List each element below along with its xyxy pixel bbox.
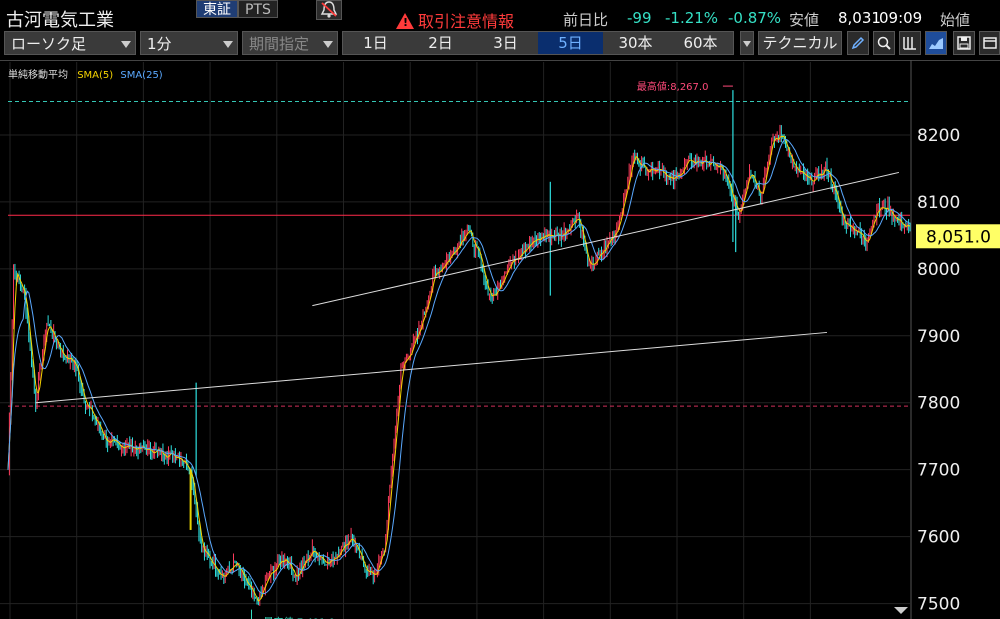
clock-time: 09:09 xyxy=(879,9,923,27)
trading-alert[interactable]: ! 取引注意情報 xyxy=(396,8,514,32)
period-1d-button[interactable]: 1日 xyxy=(343,32,408,54)
draw-pen-icon[interactable] xyxy=(847,31,869,55)
period-buttons: 1日 2日 3日 5日 30本 60本 xyxy=(342,31,734,55)
stock-name: 古河電気工業 xyxy=(6,10,114,31)
open-label: 始値 xyxy=(940,11,971,29)
split-view-icon[interactable] xyxy=(899,31,921,55)
tab-pts[interactable]: PTS xyxy=(238,0,278,18)
period-more-dropdown[interactable] xyxy=(740,31,754,55)
technical-button[interactable]: テクニカル xyxy=(758,31,842,55)
tab-tse[interactable]: 東証 xyxy=(196,0,238,18)
period-5d-button[interactable]: 5日 xyxy=(538,32,603,54)
low-value: 8,031 xyxy=(838,9,881,27)
chart-type-select[interactable]: ローソク足 xyxy=(4,31,136,55)
period-3d-button[interactable]: 3日 xyxy=(473,32,538,54)
legend-sma25: SMA(25) xyxy=(120,70,163,81)
current-price-label: 8,051.0 xyxy=(926,227,991,247)
warning-icon: ! xyxy=(396,13,414,29)
y-tick-label: 8100 xyxy=(917,193,960,213)
y-tick-label: 8000 xyxy=(917,260,960,280)
period-60-button[interactable]: 60本 xyxy=(668,32,733,54)
bell-icon[interactable] xyxy=(316,0,342,20)
chevron-down-icon xyxy=(743,41,751,47)
price-chart[interactable]: 7500 7600 7700 7800 7900 8000 8100 8200 最高値:8,26… xyxy=(0,60,1000,619)
y-tick-label: 7600 xyxy=(917,528,960,548)
chart-toolbar: ローソク足 1分 期間指定 1日 2日 3日 5日 30本 60本 テクニカル xyxy=(0,31,1000,57)
exchange-tabs: 東証 PTS xyxy=(196,0,278,18)
y-tick-label: 7500 xyxy=(917,595,960,615)
change-value: -99 xyxy=(627,9,652,27)
period-30-button[interactable]: 30本 xyxy=(603,32,668,54)
chevron-down-icon xyxy=(223,41,233,48)
change-percent: -1.21% xyxy=(665,9,719,27)
area-chart-icon[interactable] xyxy=(925,31,947,55)
y-tick-label: 8200 xyxy=(917,126,960,146)
low-label: 安値 xyxy=(789,11,820,29)
y-tick-label: 7700 xyxy=(917,461,960,481)
save-icon[interactable] xyxy=(953,31,975,55)
y-tick-label: 7900 xyxy=(917,327,960,347)
spike-body xyxy=(189,469,192,530)
legend-sma5: SMA(5) xyxy=(77,70,114,81)
change-percent-2: -0.87% xyxy=(728,9,782,27)
y-tick-label: 7800 xyxy=(917,394,960,414)
period-2d-button[interactable]: 2日 xyxy=(408,32,473,54)
chevron-down-icon xyxy=(323,41,333,48)
interval-select[interactable]: 1分 xyxy=(140,31,238,55)
chevron-down-icon xyxy=(121,41,131,48)
zoom-icon[interactable] xyxy=(873,31,895,55)
high-annotation: 最高値:8,267.0 xyxy=(637,80,709,93)
indicator-label: 単純移動平均 xyxy=(8,70,68,81)
window-icon[interactable] xyxy=(979,31,1000,55)
chart-background xyxy=(0,60,1000,619)
change-label: 前日比 xyxy=(563,11,609,29)
indicator-legend: 単純移動平均 SMA(5) SMA(25) xyxy=(8,66,163,81)
quote-header: 古河電気工業 東証 PTS ! 取引注意情報 前日比 -99 -1.21% -0.… xyxy=(0,0,1000,32)
range-select[interactable]: 期間指定 xyxy=(242,31,338,55)
